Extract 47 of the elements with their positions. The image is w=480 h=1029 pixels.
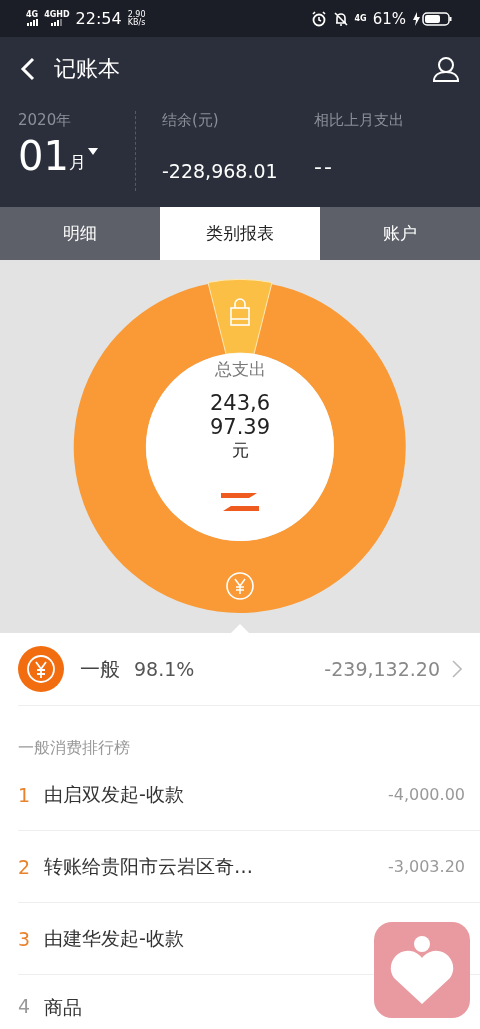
rank-number: 1 [18, 783, 32, 806]
page-title: 记账本 [54, 55, 121, 83]
speed-unit: KB/s [127, 18, 146, 27]
clock-time: 22:54 [75, 9, 122, 28]
year-label[interactable]: 2020年 [18, 111, 135, 130]
battery-charging-icon [412, 10, 452, 27]
network-label: 4G [26, 11, 39, 19]
back-icon[interactable] [20, 57, 36, 81]
item-name[interactable]: 由启双发起-收款 [44, 781, 184, 808]
total-amount: 243,697.39 [208, 391, 272, 439]
category-name[interactable]: 一般 [80, 655, 120, 683]
month-unit[interactable]: 月 [68, 151, 86, 174]
network-label: 4GHD [44, 11, 70, 19]
rank-number: 3 [18, 927, 32, 950]
user-icon[interactable] [432, 56, 460, 82]
balance-value: -228,968.01 [162, 160, 279, 182]
dropdown-icon[interactable] [87, 148, 98, 156]
item-amount: -4,000.00 [387, 785, 465, 804]
rank-number: 2 [18, 855, 32, 878]
item-name[interactable]: 转账给贵阳市云岩区奇… [44, 853, 253, 880]
muted-bell-icon [332, 10, 349, 27]
network-label: 4G [354, 14, 367, 23]
item-name[interactable]: 由建华发起-收款 [44, 925, 184, 952]
balance-label: 结余(元) [162, 111, 220, 130]
switch-icon[interactable] [221, 493, 259, 511]
shopping-bag-icon [230, 298, 250, 326]
category-amount: -239,132.20 [324, 658, 440, 680]
currency-unit: 元 [231, 439, 249, 462]
total-label: 总支出 [214, 358, 266, 381]
item-amount: -3,003.20 [387, 857, 465, 876]
ranking-title: 一般消费排行榜 [18, 737, 131, 759]
network-speed: 2.90 [127, 10, 146, 19]
yen-icon [226, 572, 254, 600]
pointer-mark [231, 624, 249, 633]
comparison-label: 相比上月支出 [314, 111, 405, 130]
signal-icon [26, 19, 38, 26]
comparison-value: -- [314, 154, 335, 179]
signal-icon [51, 19, 63, 26]
month-value[interactable]: 01 [18, 134, 69, 178]
alarm-icon [310, 10, 327, 27]
item-name[interactable]: 商品 [44, 995, 82, 1021]
tab[interactable]: 明细 [0, 207, 160, 260]
yen-category-icon [18, 646, 64, 692]
rank-number: 4 [18, 995, 32, 1017]
battery-percent: 61% [372, 9, 406, 28]
tab[interactable]: 账户 [320, 207, 480, 260]
category-percent: 98.1% [134, 658, 196, 680]
